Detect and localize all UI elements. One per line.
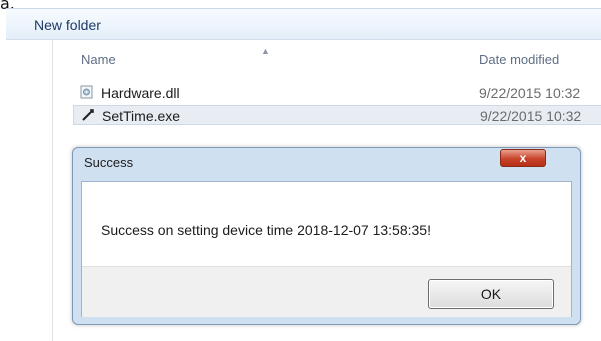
file-row-settime-exe[interactable]: SetTime.exe 9/22/2015 10:32 (73, 105, 601, 125)
dialog-title: Success (84, 155, 134, 170)
dialog-button-area: OK (82, 266, 571, 317)
file-name: Hardware.dll (101, 85, 180, 101)
close-icon: x (519, 151, 527, 165)
breadcrumb-current-folder[interactable]: New folder (34, 17, 101, 33)
file-name: SetTime.exe (102, 108, 181, 124)
close-button[interactable]: x (500, 149, 546, 167)
dialog-body: Success on setting device time 2018-12-0… (81, 181, 572, 317)
file-date-modified: 9/22/2015 10:32 (480, 108, 582, 124)
success-dialog: Success x Success on setting device time… (72, 147, 581, 325)
dialog-message: Success on setting device time 2018-12-0… (101, 222, 431, 238)
file-row-hardware-dll[interactable]: Hardware.dll 9/22/2015 10:32 (73, 83, 601, 103)
ok-button[interactable]: OK (428, 279, 554, 309)
address-bar[interactable]: New folder (6, 8, 601, 40)
dll-file-icon (80, 85, 93, 99)
column-header-date-modified[interactable]: Date modified (479, 52, 559, 67)
column-header-row: Name ▲ Date modified (53, 46, 601, 72)
exe-file-icon (82, 109, 94, 121)
file-date-modified: 9/22/2015 10:32 (479, 85, 581, 101)
column-header-name[interactable]: Name (81, 52, 116, 67)
sort-arrow-icon: ▲ (261, 46, 270, 56)
